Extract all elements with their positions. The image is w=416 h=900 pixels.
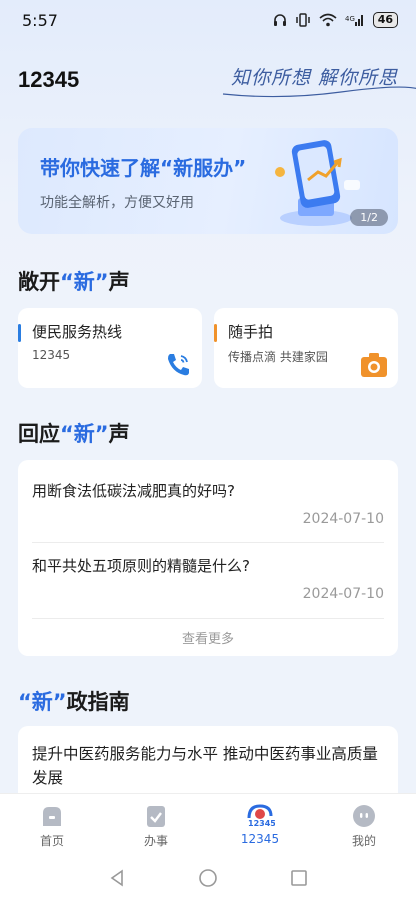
- section2-quote: “新”: [60, 422, 109, 446]
- section-title-policy-guide: “新”政指南: [18, 686, 130, 716]
- slogan: 知你所想 解你所思: [222, 63, 416, 98]
- view-more-link[interactable]: 查看更多: [18, 628, 398, 647]
- section2-pre: 回应: [18, 422, 60, 446]
- section1-pre: 敞开: [18, 270, 60, 294]
- system-navigation: [0, 856, 416, 900]
- tab-label: 办事: [143, 834, 168, 848]
- status-icons: 4G 46: [273, 12, 398, 28]
- section3-post: 政指南: [66, 690, 130, 714]
- home-icon: [43, 807, 61, 826]
- qa-question: 用断食法低碳法减肥真的好吗?: [32, 482, 235, 500]
- card-hotline[interactable]: 便民服务热线 12345: [18, 308, 202, 388]
- divider: [32, 618, 384, 619]
- tab-tasks[interactable]: 办事: [104, 794, 208, 856]
- section1-post: 声: [108, 270, 130, 294]
- banner-pager: 1/2: [350, 209, 388, 226]
- phone-icon: [168, 354, 189, 376]
- back-icon[interactable]: [108, 869, 126, 887]
- app-header: 12345 知你所想 解你所思: [18, 60, 416, 100]
- profile-icon: [353, 805, 375, 827]
- tab-label: 首页: [39, 834, 64, 848]
- card-title: 随手拍: [228, 323, 274, 341]
- vibrate-icon: [295, 13, 310, 27]
- signal-icon: 4G: [345, 15, 363, 26]
- battery-level: 46: [372, 12, 398, 28]
- banner-subtitle: 功能全解析，方便又好用: [40, 195, 194, 211]
- qa-list: 用断食法低碳法减肥真的好吗? 2024-07-10 和平共处五项原则的精髓是什么…: [18, 460, 398, 656]
- card-subtitle: 12345: [32, 348, 71, 362]
- qa-item[interactable]: 用断食法低碳法减肥真的好吗? 2024-07-10: [32, 480, 384, 527]
- status-time: 5:57: [22, 10, 58, 30]
- promo-banner[interactable]: 带你快速了解“新服办” 功能全解析，方便又好用 1/2: [18, 128, 398, 234]
- section-title-open-voice: 敞开“新”声: [18, 266, 130, 296]
- banner-title: 带你快速了解“新服办”: [40, 156, 247, 180]
- recents-icon[interactable]: [290, 869, 308, 887]
- card-title: 便民服务热线: [32, 323, 123, 341]
- card-accent-bar: [18, 324, 21, 342]
- qa-date: 2024-07-10: [302, 586, 384, 602]
- svg-text:4G: 4G: [345, 15, 355, 23]
- status-bar: 5:57 4G 46: [0, 0, 416, 40]
- bottom-tab-bar: 首页 办事 12345 12345 我的: [0, 794, 416, 856]
- headphones-icon: [273, 14, 286, 26]
- qa-question: 和平共处五项原则的精髓是什么?: [32, 557, 250, 575]
- section-title-respond-voice: 回应“新”声: [18, 418, 130, 448]
- section1-quote: “新”: [60, 270, 109, 294]
- tab-12345[interactable]: 12345 12345: [208, 794, 312, 856]
- tab-label: 我的: [351, 834, 376, 848]
- card-subtitle: 传播点滴 共建家园: [228, 350, 328, 364]
- slogan-swoosh: [222, 86, 416, 97]
- app-title: 12345: [18, 67, 80, 92]
- qa-item[interactable]: 和平共处五项原则的精髓是什么? 2024-07-10: [32, 555, 384, 602]
- tab-label: 12345: [240, 832, 280, 846]
- policy-headline: 提升中医药服务能力与水平 推动中医药事业高质量发展: [32, 745, 378, 787]
- qa-date: 2024-07-10: [302, 511, 384, 527]
- section2-post: 声: [108, 422, 130, 446]
- hotline-logo-icon: 12345: [247, 804, 275, 828]
- camera-icon: [361, 353, 387, 377]
- home-circle-icon[interactable]: [198, 868, 218, 888]
- divider: [32, 542, 384, 543]
- wifi-icon: [319, 13, 337, 27]
- svg-text:12345: 12345: [248, 819, 275, 828]
- tab-home[interactable]: 首页: [0, 794, 104, 856]
- card-accent-bar: [214, 324, 217, 342]
- card-snapshot[interactable]: 随手拍 传播点滴 共建家园: [214, 308, 398, 388]
- task-icon: [147, 806, 165, 827]
- tab-profile[interactable]: 我的: [312, 794, 416, 856]
- section3-quote: “新”: [18, 690, 67, 714]
